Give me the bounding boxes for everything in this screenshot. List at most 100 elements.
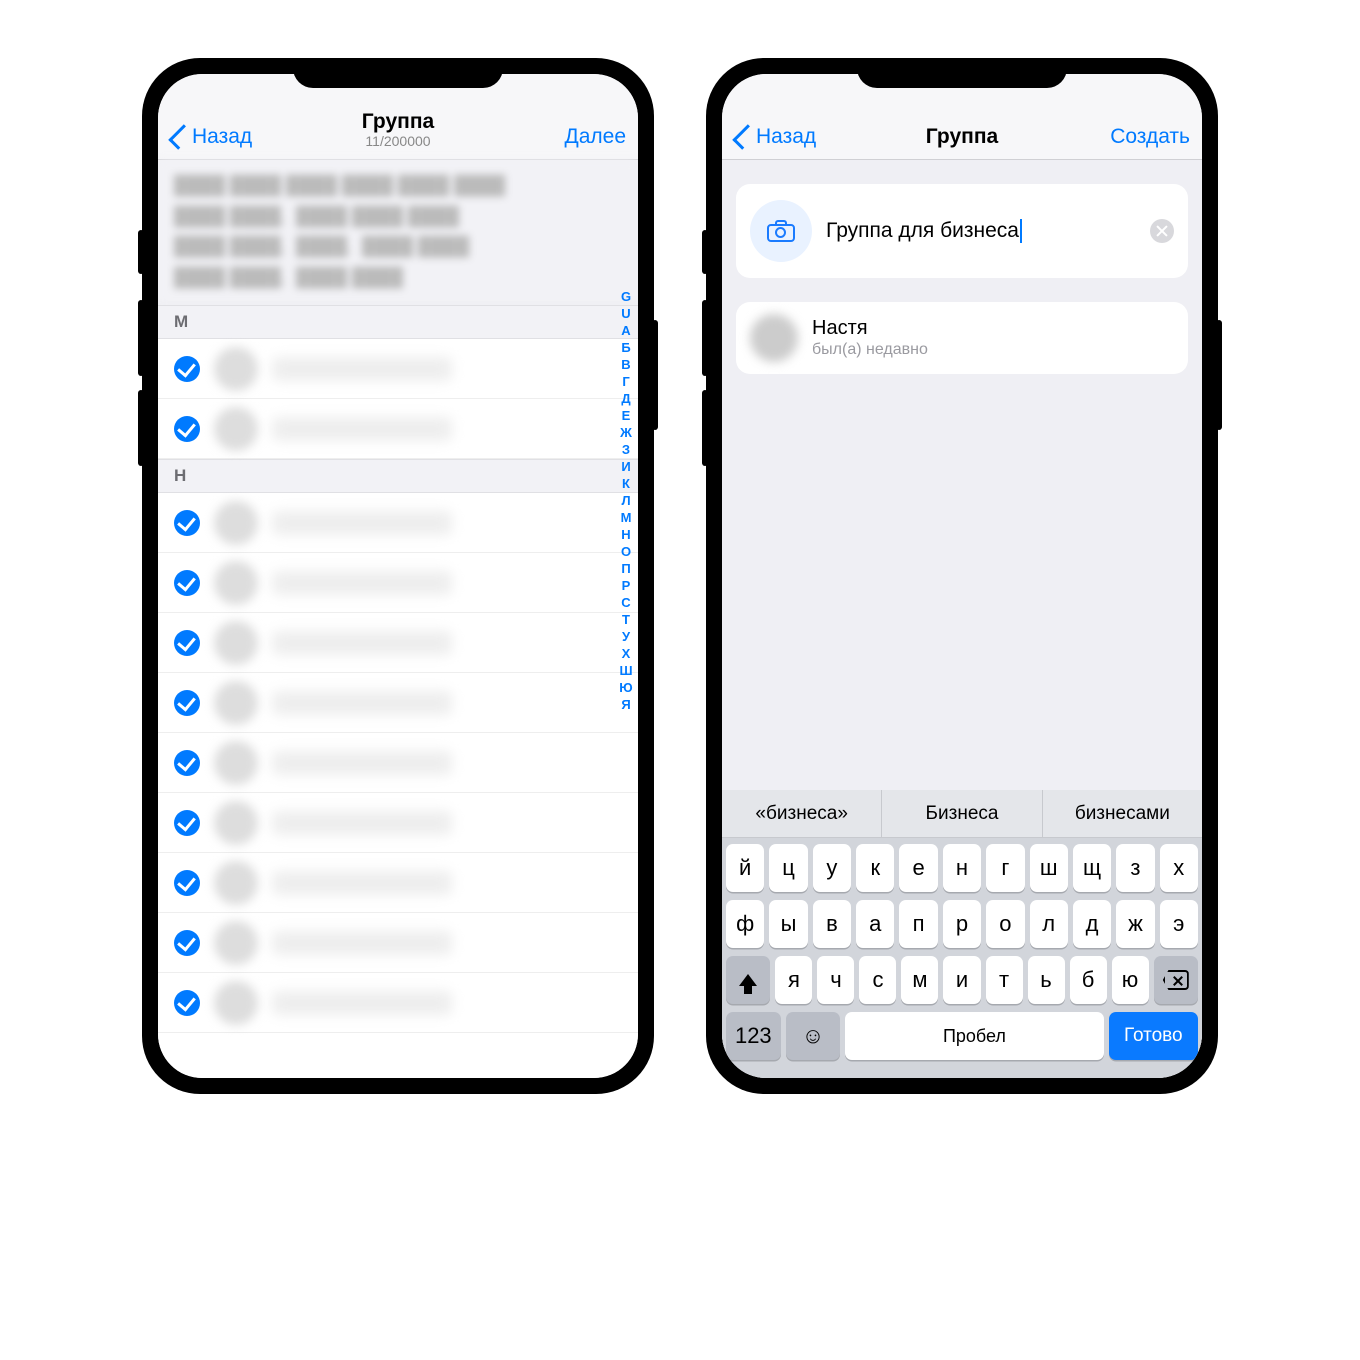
index-letter[interactable]: Т	[622, 612, 630, 627]
contact-row[interactable]	[158, 613, 638, 673]
letter-key[interactable]: ь	[1028, 956, 1065, 1004]
index-letter[interactable]: Г	[622, 374, 629, 389]
contact-row[interactable]	[158, 399, 638, 459]
contact-row[interactable]	[158, 553, 638, 613]
letter-key[interactable]: н	[943, 844, 981, 892]
index-letter[interactable]: З	[622, 442, 630, 457]
letter-key[interactable]: а	[856, 900, 894, 948]
create-button[interactable]: Создать	[1080, 125, 1190, 149]
index-letter[interactable]: Х	[622, 646, 631, 661]
letter-key[interactable]: т	[986, 956, 1023, 1004]
letter-key[interactable]: щ	[1073, 844, 1111, 892]
done-key[interactable]: Готово	[1109, 1012, 1198, 1060]
suggestion[interactable]: Бизнеса	[882, 790, 1042, 837]
index-letter[interactable]: Е	[622, 408, 631, 423]
checkmark-icon	[174, 930, 200, 956]
letter-key[interactable]: ш	[1030, 844, 1068, 892]
group-name-input[interactable]: Группа для бизнеса	[826, 219, 1019, 243]
contact-row[interactable]	[158, 793, 638, 853]
letter-key[interactable]: ф	[726, 900, 764, 948]
letter-key[interactable]: ю	[1112, 956, 1149, 1004]
index-letter[interactable]: У	[622, 629, 630, 644]
contact-row[interactable]	[158, 673, 638, 733]
index-letter[interactable]: С	[621, 595, 630, 610]
letter-key[interactable]: в	[813, 900, 851, 948]
index-letter[interactable]: Ю	[619, 680, 632, 695]
contact-row[interactable]	[158, 339, 638, 399]
index-letter[interactable]: М	[621, 510, 632, 525]
avatar	[214, 407, 258, 451]
index-letter[interactable]: И	[621, 459, 630, 474]
letter-key[interactable]: м	[901, 956, 938, 1004]
numbers-key[interactable]: 123	[726, 1012, 781, 1060]
avatar	[214, 681, 258, 725]
avatar	[214, 501, 258, 545]
contact-name-blurred	[272, 511, 452, 535]
index-letter[interactable]: К	[622, 476, 630, 491]
set-photo-button[interactable]	[750, 200, 812, 262]
index-letter[interactable]: Р	[622, 578, 631, 593]
index-letter[interactable]: Ж	[620, 425, 632, 440]
letter-key[interactable]: з	[1116, 844, 1154, 892]
index-letter[interactable]: О	[621, 544, 631, 559]
letter-key[interactable]: ч	[817, 956, 854, 1004]
checkmark-icon	[174, 416, 200, 442]
index-letter[interactable]: В	[621, 357, 630, 372]
letter-key[interactable]: п	[899, 900, 937, 948]
letter-key[interactable]: с	[859, 956, 896, 1004]
contacts-list[interactable]: МН	[158, 305, 638, 1078]
backspace-key[interactable]	[1154, 956, 1198, 1004]
emoji-icon: ☺	[802, 1023, 824, 1049]
index-letter[interactable]: Д	[621, 391, 630, 406]
letter-key[interactable]: д	[1073, 900, 1111, 948]
checkmark-icon	[174, 690, 200, 716]
contact-row[interactable]	[158, 973, 638, 1033]
contact-row[interactable]	[158, 853, 638, 913]
index-letter[interactable]: Я	[621, 697, 630, 712]
letter-key[interactable]: б	[1070, 956, 1107, 1004]
suggestion[interactable]: «бизнеса»	[722, 790, 882, 837]
index-letter[interactable]: U	[621, 306, 630, 321]
index-letter[interactable]: Ш	[619, 663, 632, 678]
contact-row[interactable]	[158, 733, 638, 793]
selected-contacts-chips[interactable]: ████ ████ ████ ████ ████ ████ ████ ████,…	[158, 160, 638, 305]
avatar	[214, 801, 258, 845]
letter-key[interactable]: э	[1160, 900, 1198, 948]
back-button[interactable]: Назад	[166, 125, 276, 149]
index-letter[interactable]: П	[621, 561, 630, 576]
emoji-key[interactable]: ☺	[786, 1012, 841, 1060]
contact-row[interactable]	[158, 493, 638, 553]
letter-key[interactable]: х	[1160, 844, 1198, 892]
alpha-index-bar[interactable]: GUАБВГДЕЖЗИКЛМНОПРСТУХШЮЯ	[614, 289, 638, 1068]
letter-key[interactable]: ы	[769, 900, 807, 948]
contact-row[interactable]	[158, 913, 638, 973]
index-letter[interactable]: Л	[621, 493, 630, 508]
letter-key[interactable]: о	[986, 900, 1024, 948]
shift-key[interactable]	[726, 956, 770, 1004]
letter-key[interactable]: г	[986, 844, 1024, 892]
member-row[interactable]: Настя был(а) недавно	[736, 302, 1188, 374]
contact-name-blurred	[272, 871, 452, 895]
suggestion[interactable]: бизнесами	[1043, 790, 1202, 837]
letter-key[interactable]: ц	[769, 844, 807, 892]
clear-input-button[interactable]	[1150, 219, 1174, 243]
letter-key[interactable]: р	[943, 900, 981, 948]
letter-key[interactable]: й	[726, 844, 764, 892]
letter-key[interactable]: я	[775, 956, 812, 1004]
index-letter[interactable]: Б	[621, 340, 630, 355]
navbar: Назад Группа 11/200000 Далее	[158, 74, 638, 160]
navbar: Назад Группа Создать	[722, 74, 1202, 160]
text-cursor	[1020, 219, 1022, 243]
letter-key[interactable]: к	[856, 844, 894, 892]
letter-key[interactable]: ж	[1116, 900, 1154, 948]
index-letter[interactable]: А	[621, 323, 630, 338]
index-letter[interactable]: G	[621, 289, 631, 304]
letter-key[interactable]: и	[943, 956, 980, 1004]
back-button[interactable]: Назад	[730, 125, 840, 149]
letter-key[interactable]: е	[899, 844, 937, 892]
letter-key[interactable]: у	[813, 844, 851, 892]
next-button[interactable]: Далее	[516, 125, 626, 149]
index-letter[interactable]: Н	[621, 527, 630, 542]
space-key[interactable]: Пробел	[845, 1012, 1103, 1060]
letter-key[interactable]: л	[1030, 900, 1068, 948]
